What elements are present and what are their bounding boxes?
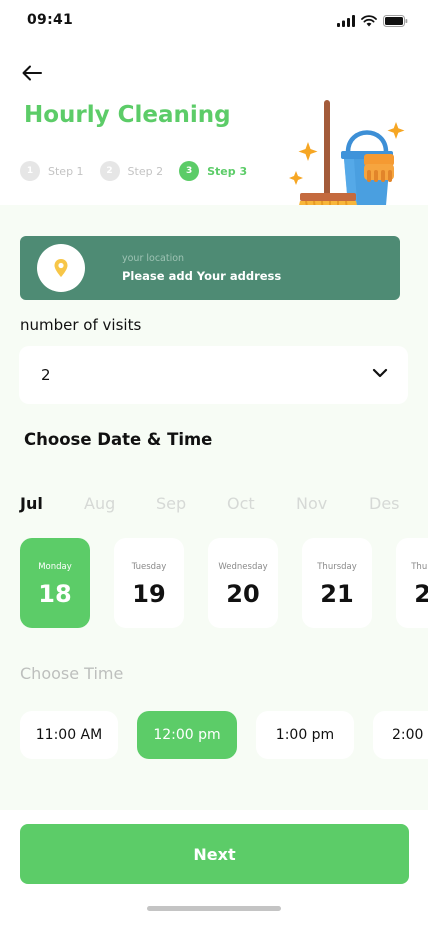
time-label: 12:00 pm [153,727,221,743]
arrow-left-icon [22,65,42,81]
location-pin-icon [54,259,68,277]
status-time: 09:41 [27,12,74,28]
step-number: 1 [20,161,40,181]
month-nov[interactable]: Nov [296,494,327,513]
visits-value: 2 [41,366,51,384]
status-icons [337,15,408,27]
location-avatar [37,244,85,292]
time-chip-1200pm[interactable]: 12:00 pm [137,711,237,759]
chevron-down-icon [372,368,388,378]
step-label: Step 3 [207,164,248,178]
choose-time-title: Choose Time [20,664,124,683]
day-number: 22 [414,580,428,608]
location-caption: your location [122,253,185,264]
back-button[interactable] [20,62,44,84]
day-name: Thursday [317,562,357,572]
day-number: 20 [226,580,260,608]
step-1: 1 Step 1 [20,161,84,181]
status-bar: 09:41 [0,0,428,44]
battery-icon [383,15,408,27]
day-card-19[interactable]: Tuesday 19 [114,538,184,628]
day-card-22[interactable]: Thursday 22 [396,538,428,628]
month-des[interactable]: Des [369,494,400,513]
date-time-title: Choose Date & Time [24,430,213,449]
wifi-icon [361,15,377,27]
location-card[interactable]: your location Please add Your address [20,236,400,300]
stepper: 1 Step 1 2 Step 2 3 Step 3 [20,161,263,181]
day-number: 19 [132,580,166,608]
step-3: 3 Step 3 [179,161,247,181]
next-button[interactable]: Next [20,824,409,884]
visits-select[interactable]: 2 [19,346,408,404]
day-name: Thursday [411,562,428,572]
month-oct[interactable]: Oct [227,494,255,513]
day-name: Wednesday [218,562,268,572]
location-address-text: Please add Your address [122,269,282,283]
step-number: 2 [99,161,120,181]
month-selector: Jul Aug Sep Oct Nov Des [20,494,428,518]
time-label: 2:00 pm [392,727,428,743]
day-name: Monday [38,562,72,572]
time-chip-100pm[interactable]: 1:00 pm [256,711,354,759]
cellular-signal-icon [337,15,355,27]
day-number: 18 [38,580,72,608]
day-card-18[interactable]: Monday 18 [20,538,90,628]
step-2: 2 Step 2 [99,161,164,181]
page-title: Hourly Cleaning [24,102,231,128]
month-jul[interactable]: Jul [20,494,43,513]
home-indicator [147,906,281,911]
month-sep[interactable]: Sep [156,494,186,513]
step-label: Step 1 [48,164,84,178]
time-chip-200pm[interactable]: 2:00 pm [373,711,428,759]
day-number: 21 [320,580,354,608]
month-aug[interactable]: Aug [84,494,115,513]
visits-label: number of visits [20,316,142,334]
day-card-20[interactable]: Wednesday 20 [208,538,278,628]
time-label: 11:00 AM [35,727,103,743]
day-card-21[interactable]: Thursday 21 [302,538,372,628]
step-number: 3 [179,161,200,181]
time-label: 1:00 pm [275,727,335,743]
day-name: Tuesday [131,562,167,572]
time-chip-1100am[interactable]: 11:00 AM [20,711,118,759]
step-label: Step 2 [127,164,164,178]
